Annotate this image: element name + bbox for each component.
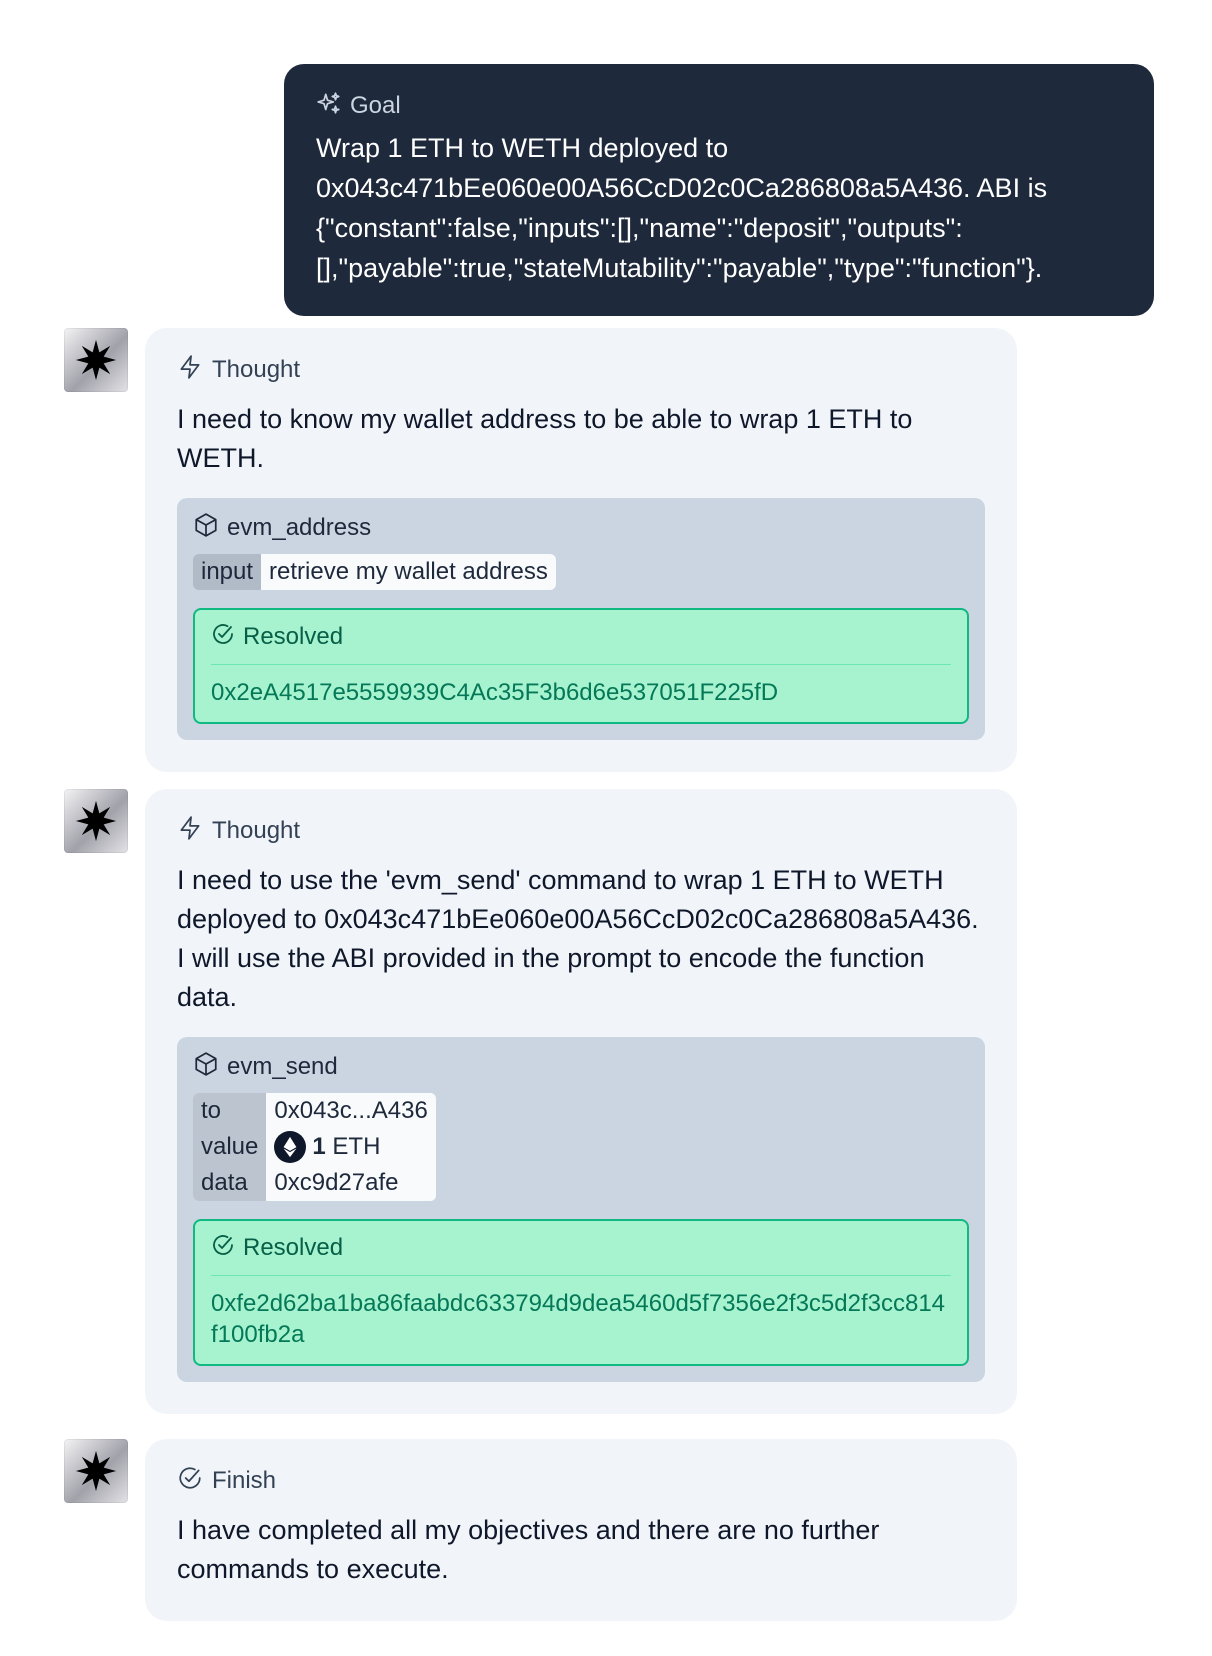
tool-name: evm_send — [227, 1053, 338, 1080]
tool-args: input retrieve my wallet address — [193, 554, 556, 590]
tool-header: evm_address — [193, 512, 969, 544]
goal-text: Wrap 1 ETH to WETH deployed to 0x043c471… — [316, 133, 1048, 283]
arg-value: retrieve my wallet address — [261, 554, 556, 590]
burst-icon — [75, 1450, 117, 1492]
agent-avatar — [64, 789, 128, 853]
cube-icon — [193, 1051, 219, 1084]
tool-call-panel: evm_send to 0x043c...A436 value 1 ETH da… — [177, 1037, 985, 1382]
finish-text: I have completed all my objectives and t… — [177, 1515, 880, 1584]
cube-icon — [193, 512, 219, 545]
tool-args: to 0x043c...A436 value 1 ETH data 0xc9d2… — [193, 1093, 436, 1201]
resolved-label: Resolved — [243, 623, 344, 650]
arg-key: input — [193, 554, 262, 590]
arg-key: value — [193, 1129, 267, 1165]
step-type-label: Thought — [212, 817, 301, 844]
resolved-label: Resolved — [243, 1234, 344, 1261]
resolved-header: Resolved — [211, 1233, 951, 1276]
step-card-thought: Thought I need to use the 'evm_send' com… — [145, 789, 1017, 1414]
ethereum-icon — [274, 1131, 307, 1163]
check-circle-icon — [211, 622, 235, 653]
step-header: Thought — [177, 815, 985, 847]
resolved-header: Resolved — [211, 622, 951, 665]
lightning-icon — [177, 815, 203, 848]
tool-header: evm_send — [193, 1051, 969, 1083]
resolved-result: Resolved 0x2eA4517e5559939C4Ac35F3b6d6e5… — [193, 608, 969, 724]
arg-key: data — [193, 1165, 267, 1201]
eth-amount: 1 ETH — [312, 1129, 380, 1165]
eth-amount-value: 1 — [312, 1133, 326, 1160]
burst-icon — [75, 800, 117, 842]
arg-value-eth: 1 ETH — [266, 1129, 436, 1165]
agent-avatar — [64, 1439, 128, 1503]
lightning-icon — [177, 354, 203, 387]
resolved-value: 0xfe2d62ba1ba86faabdc633794d9dea5460d5f7… — [211, 1290, 946, 1348]
resolved-value: 0x2eA4517e5559939C4Ac35F3b6d6e537051F225… — [211, 679, 779, 706]
eth-unit: ETH — [332, 1133, 381, 1160]
arg-key: to — [193, 1093, 267, 1129]
step-card-finish: Finish I have completed all my objective… — [145, 1439, 1017, 1621]
step-header: Finish — [177, 1465, 985, 1497]
step-header: Thought — [177, 354, 985, 386]
arg-value: 0x043c...A436 — [266, 1093, 436, 1129]
resolved-result: Resolved 0xfe2d62ba1ba86faabdc633794d9de… — [193, 1219, 969, 1366]
thought-text: I need to use the 'evm_send' command to … — [177, 865, 979, 1012]
arg-value: 0xc9d27afe — [266, 1165, 436, 1201]
goal-header: Goal — [316, 90, 1124, 122]
step-type-label: Finish — [212, 1467, 277, 1494]
agent-avatar — [64, 328, 128, 392]
goal-label: Goal — [350, 92, 401, 119]
burst-icon — [75, 339, 117, 381]
tool-call-panel: evm_address input retrieve my wallet add… — [177, 498, 985, 740]
thought-text: I need to know my wallet address to be a… — [177, 404, 913, 473]
sparkles-icon — [316, 90, 342, 123]
step-type-label: Thought — [212, 356, 301, 383]
check-circle-icon — [177, 1465, 203, 1498]
goal-message: Goal Wrap 1 ETH to WETH deployed to 0x04… — [284, 64, 1154, 316]
tool-name: evm_address — [227, 514, 372, 541]
check-circle-icon — [211, 1233, 235, 1264]
step-card-thought: Thought I need to know my wallet address… — [145, 328, 1017, 772]
